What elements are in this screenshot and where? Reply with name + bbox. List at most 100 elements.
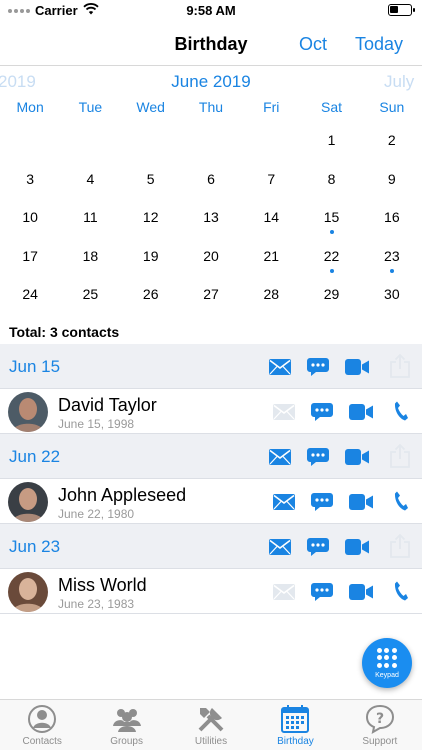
group-email-icon[interactable] [269,539,291,555]
calendar-day-number: 12 [142,209,159,225]
calendar-week: 10 11 12 13 14 15 16 [0,208,422,247]
calendar-day-number: 19 [142,247,159,264]
calendar-day-number: 13 [203,209,219,225]
calendar-day[interactable]: 26 [121,285,181,324]
date-section-header: Jun 23 [0,524,422,569]
birthday-dot [329,230,334,234]
calendar-day[interactable]: 7 [241,170,301,209]
svg-text:?: ? [376,711,384,727]
calendar-day-number: 18 [82,247,99,264]
email-icon[interactable] [273,494,295,510]
message-icon[interactable] [311,493,333,512]
calendar-day[interactable]: 14 [241,208,301,247]
tab-label: Utilities [194,736,228,747]
contact-row[interactable]: Miss World June 23, 1983 [0,569,422,614]
calendar-day[interactable]: 23 [362,247,422,286]
calendar-day[interactable]: 3 [0,170,60,209]
calendar-day-number: 2 [387,132,396,148]
calendar-day-number: 30 [384,286,400,302]
calendar-day[interactable]: 16 [362,208,422,247]
calendar-day[interactable]: 15 [301,208,361,247]
tab-label: Birthday [277,736,314,747]
calendar-day[interactable]: 8 [301,170,361,209]
group-video-icon[interactable] [345,449,369,465]
navigation-bar: Birthday Oct Today [0,22,422,66]
share-icon[interactable] [390,534,410,558]
group-email-icon[interactable] [269,449,291,465]
weekday-label: Sat [321,99,343,115]
contact-row[interactable]: John Appleseed June 22, 1980 [0,479,422,524]
calendar-day-number: 16 [384,209,400,225]
contact-row[interactable]: David Taylor June 15, 1998 [0,389,422,434]
calendar-day[interactable]: 6 [181,170,241,209]
calendar-day-number: 15 [323,209,340,225]
calendar-day[interactable]: 18 [60,247,120,286]
contact-birthday: June 15, 1998 [58,417,135,431]
calendar-day-number: 22 [323,247,340,264]
calendar-day[interactable]: 29 [301,285,361,324]
calendar-day[interactable]: 12 [121,208,181,247]
calendar-day[interactable]: 5 [121,170,181,209]
calendar-day[interactable]: 25 [60,285,120,324]
calendar-day[interactable]: 30 [362,285,422,324]
calendar-day[interactable]: 28 [241,285,301,324]
video-call-icon[interactable] [349,584,373,600]
weekday-label: Sun [379,99,405,115]
group-message-icon[interactable] [307,538,329,557]
group-video-icon[interactable] [345,539,369,555]
weekday-label: Fri [263,99,280,115]
group-video-icon[interactable] [345,359,369,375]
calendar-empty-day [121,131,181,170]
next-month-label[interactable]: July [384,72,414,92]
weekday-label: Mon [16,99,44,115]
calendar-day[interactable]: 2 [362,131,422,170]
message-icon[interactable] [311,583,333,602]
tab-support[interactable]: ? Support [338,700,422,750]
status-time: 9:58 AM [186,3,236,18]
birthday-dot [329,268,334,273]
calendar-day[interactable]: 21 [241,247,301,286]
calendar-week: 12 [0,131,422,170]
calendar-day[interactable]: 19 [121,247,181,286]
message-icon[interactable] [311,403,333,422]
avatar [8,482,48,522]
calendar-day[interactable]: 22 [301,247,361,286]
tab-groups[interactable]: Groups [84,700,168,750]
tab-birthday[interactable]: Birthday [253,700,337,750]
calendar-icon [280,704,310,734]
keypad-button[interactable]: Keypad [362,638,412,688]
calendar-day[interactable]: 27 [181,285,241,324]
group-message-icon[interactable] [307,448,329,467]
month-header: 2019 June 2019 July [0,72,422,94]
calendar-day[interactable]: 20 [181,247,241,286]
group-email-icon[interactable] [269,359,291,375]
calendar-day-number: 10 [22,209,38,225]
calendar-day-number: 6 [207,170,215,187]
section-date: Jun 23 [9,537,61,556]
share-icon[interactable] [390,354,410,378]
avatar [8,572,48,612]
tab-contacts[interactable]: Contacts [0,700,84,750]
video-call-icon[interactable] [349,404,373,420]
oct-button[interactable]: Oct [299,34,327,55]
contact-name: Miss World [58,575,147,595]
calendar-day[interactable]: 13 [181,208,241,247]
calendar-day[interactable]: 9 [362,170,422,209]
calendar-week: 3 4 5 6 7 8 9 [0,170,422,209]
calendar-day[interactable]: 1 [301,131,361,170]
phone-icon[interactable] [394,491,408,511]
group-message-icon[interactable] [307,358,329,377]
share-icon[interactable] [390,444,410,468]
calendar-day[interactable]: 10 [0,208,60,247]
phone-icon[interactable] [394,581,408,601]
calendar-day[interactable]: 11 [60,208,120,247]
video-call-icon[interactable] [349,494,373,510]
tab-utilities[interactable]: Utilities [169,700,253,750]
calendar-day[interactable]: 4 [60,170,120,209]
birthday-list: Jun 15 David Taylor June 15, 1998 Jun 22… [0,344,422,614]
calendar-day[interactable]: 24 [0,285,60,324]
today-button[interactable]: Today [355,34,403,55]
person-circle-icon [27,704,57,734]
calendar-day[interactable]: 17 [0,247,60,286]
phone-icon[interactable] [394,401,408,421]
